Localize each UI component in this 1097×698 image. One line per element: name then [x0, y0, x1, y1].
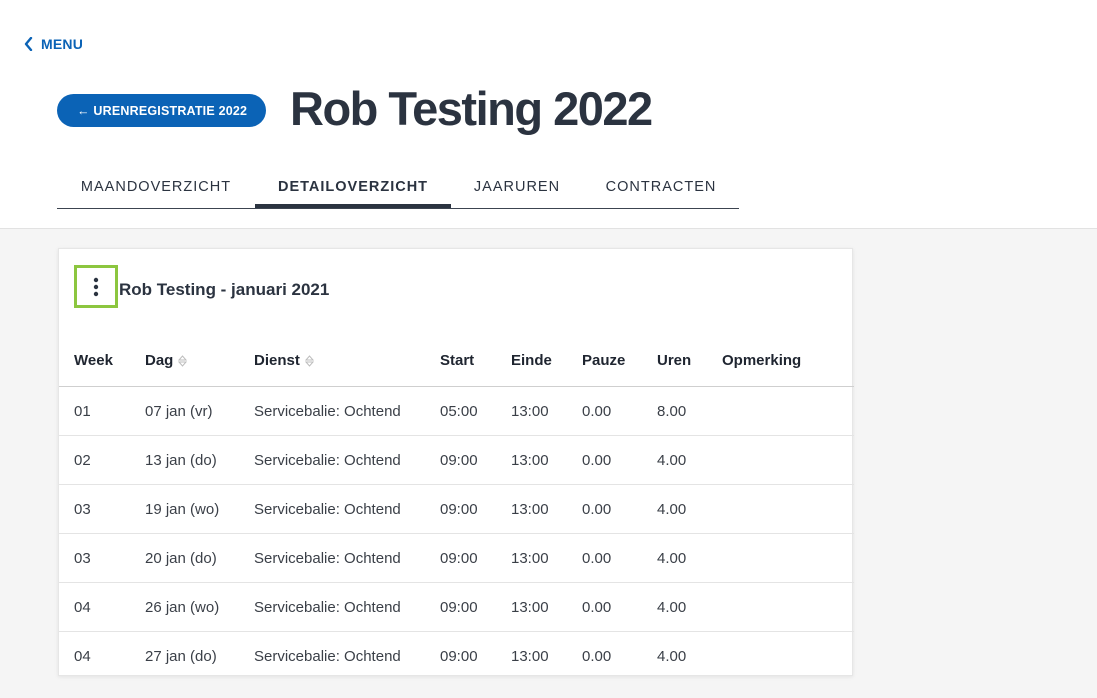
cell-week: 02 — [59, 435, 145, 485]
col-einde: Einde — [511, 335, 582, 387]
cell-week: 03 — [59, 533, 145, 583]
cell-pauze: 0.00 — [582, 435, 657, 485]
cell-pauze: 0.00 — [582, 386, 657, 436]
cell-einde: 13:00 — [511, 647, 549, 665]
cell-dag: 07 jan (vr) — [145, 386, 254, 436]
cell-uren: 8.00 — [657, 386, 722, 436]
col-week: Week — [59, 335, 145, 387]
col-dag-label: Dag — [145, 352, 174, 369]
cell-week: 04 — [74, 647, 91, 665]
table-row: 04 26 jan (wo) Servicebalie: Ochtend 09:… — [59, 582, 854, 632]
cell-uren: 4.00 — [657, 484, 722, 534]
cell-uren: 4.00 — [657, 435, 722, 485]
tab-detailoverzicht[interactable]: DETAILOVERZICHT — [255, 165, 451, 208]
cell-dienst: Servicebalie: Ochtend — [254, 435, 440, 485]
cell-dienst: Servicebalie: Ochtend — [254, 386, 440, 436]
table-row: 04 27 jan (do) Servicebalie: Ochtend 09:… — [59, 632, 854, 681]
cell-start: 05:00 — [440, 386, 511, 436]
cell-start: 09:00 — [440, 582, 511, 632]
menu-label: MENU — [41, 36, 84, 52]
cell-start: 09:00 — [440, 533, 511, 583]
cell-week: 01 — [59, 386, 145, 436]
tab-maandoverzicht[interactable]: MAANDOVERZICHT — [57, 165, 255, 208]
shifts-table: Week Dag Dienst Start Einde Pauze Uren O… — [59, 335, 854, 680]
cell-dienst: Servicebalie: Ochtend — [254, 484, 440, 534]
cell-opmerking — [722, 435, 854, 485]
col-dienst[interactable]: Dienst — [254, 335, 440, 387]
col-start: Start — [440, 335, 511, 387]
page-header: MENU ← URENREGISTRATIE 2022 Rob Testing … — [0, 0, 1097, 229]
cell-pauze: 0.00 — [582, 582, 657, 632]
menu-link[interactable]: MENU — [24, 36, 83, 52]
cell-dag: 19 jan (wo) — [145, 484, 254, 534]
cell-pauze: 0.00 — [582, 484, 657, 534]
tab-bar: MAANDOVERZICHT DETAILOVERZICHT JAARUREN … — [57, 165, 739, 209]
cell-dag: 27 jan (do) — [145, 647, 217, 665]
cell-einde: 13:00 — [511, 435, 582, 485]
cell-einde: 13:00 — [511, 484, 582, 534]
kebab-menu-icon — [93, 277, 99, 296]
cell-uren: 4.00 — [657, 647, 687, 665]
cell-start: 09:00 — [440, 484, 511, 534]
cell-opmerking — [722, 386, 854, 436]
table-row: 01 07 jan (vr) Servicebalie: Ochtend 05:… — [59, 386, 854, 436]
tab-contracten[interactable]: CONTRACTEN — [583, 165, 739, 208]
sort-icon — [178, 355, 188, 367]
chevron-left-icon — [24, 37, 33, 51]
col-pauze: Pauze — [582, 335, 657, 387]
cell-dienst: Servicebalie: Ochtend — [254, 647, 401, 665]
page-title: Rob Testing 2022 — [290, 82, 653, 135]
table-header-row: Week Dag Dienst Start Einde Pauze Uren O… — [59, 335, 854, 387]
detail-card: Rob Testing - januari 2021 Week Dag Dien… — [58, 248, 854, 676]
more-options-button[interactable] — [74, 265, 118, 308]
back-to-urenregistratie-button[interactable]: ← URENREGISTRATIE 2022 — [57, 94, 267, 127]
cell-opmerking — [722, 582, 854, 632]
cell-dag: 20 jan (do) — [145, 533, 254, 583]
cell-week: 03 — [59, 484, 145, 534]
cell-einde: 13:00 — [511, 386, 582, 436]
col-uren: Uren — [657, 335, 722, 387]
cell-dienst: Servicebalie: Ochtend — [254, 533, 440, 583]
col-dag[interactable]: Dag — [145, 335, 254, 387]
cell-opmerking — [722, 484, 854, 534]
cell-uren: 4.00 — [657, 582, 722, 632]
cell-pauze: 0.00 — [582, 533, 657, 583]
tab-jaaruren[interactable]: JAARUREN — [451, 165, 583, 208]
cell-uren: 4.00 — [657, 533, 722, 583]
cell-einde: 13:00 — [511, 582, 582, 632]
cell-einde: 13:00 — [511, 533, 582, 583]
card-title: Rob Testing - januari 2021 — [119, 280, 330, 299]
cell-pauze: 0.00 — [582, 647, 612, 665]
col-opmerking: Opmerking — [722, 335, 854, 387]
cell-dienst: Servicebalie: Ochtend — [254, 582, 440, 632]
table-row: 03 20 jan (do) Servicebalie: Ochtend 09:… — [59, 533, 854, 583]
table-row: 03 19 jan (wo) Servicebalie: Ochtend 09:… — [59, 484, 854, 534]
cell-start: 09:00 — [440, 647, 478, 665]
sort-icon — [304, 355, 314, 367]
cell-start: 09:00 — [440, 435, 511, 485]
cell-week: 04 — [59, 582, 145, 632]
cell-opmerking — [722, 533, 854, 583]
cell-dag: 13 jan (do) — [145, 435, 254, 485]
col-dienst-label: Dienst — [254, 352, 300, 369]
cell-opmerking — [722, 632, 854, 681]
table-row: 02 13 jan (do) Servicebalie: Ochtend 09:… — [59, 435, 854, 485]
cell-dag: 26 jan (wo) — [145, 582, 254, 632]
